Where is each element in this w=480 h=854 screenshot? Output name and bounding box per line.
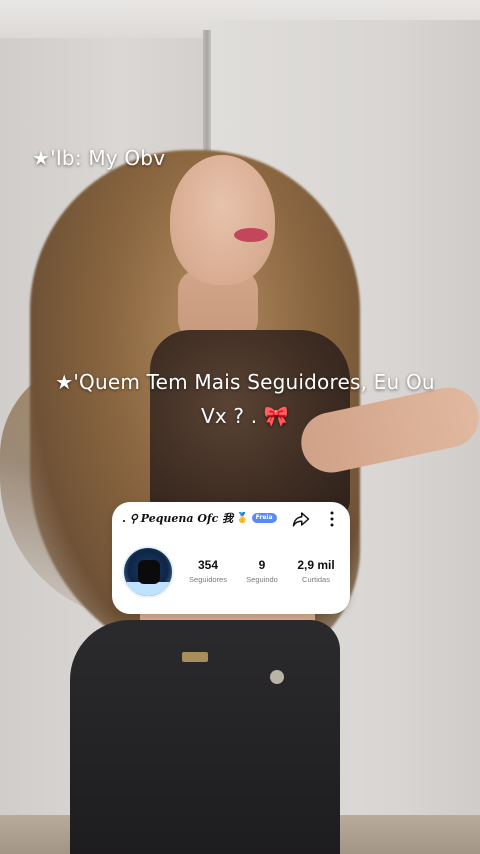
stat-label: Curtidas (302, 575, 330, 584)
caption-main-line1: ★'Quem Tem Mais Seguidores, Eu Ou (55, 370, 435, 394)
avatar[interactable] (122, 546, 174, 598)
medal-icon: 🥇 (236, 512, 249, 524)
lips (234, 228, 268, 242)
stat-value: 2,9 mil (297, 558, 335, 572)
avatar-background (124, 582, 172, 596)
jeans-button (270, 670, 284, 684)
caption-main-line2: Vx ? . 🎀 (200, 404, 290, 428)
face (170, 155, 275, 285)
stat-following[interactable]: 9 Seguindo (236, 558, 288, 584)
stat-followers[interactable]: 354 Seguidores (182, 558, 234, 584)
name-prefix: . ⚲ (122, 511, 138, 525)
profile-badge: Freia (251, 513, 277, 523)
more-vertical-icon[interactable] (328, 510, 336, 528)
stat-value: 9 (258, 558, 266, 572)
profile-header: . ⚲ Pequena Ofc 我 🥇 Freia (122, 510, 277, 526)
profile-name[interactable]: Pequena Ofc 我 (141, 510, 233, 526)
profile-stats: 354 Seguidores 9 Seguindo 2,9 mil Curtid… (182, 558, 342, 584)
avatar-figure (138, 560, 160, 584)
caption-main: ★'Quem Tem Mais Seguidores, Eu Ou Vx ? .… (20, 365, 470, 433)
stat-likes[interactable]: 2,9 mil Curtidas (290, 558, 342, 584)
share-icon[interactable] (292, 510, 310, 528)
caption-top: ★'Ib: My Obv (32, 146, 166, 170)
stat-label: Seguidores (189, 575, 227, 584)
stat-label: Seguindo (246, 575, 278, 584)
belt-buckle (182, 652, 208, 662)
profile-card[interactable]: . ⚲ Pequena Ofc 我 🥇 Freia 354 Seguidores… (112, 502, 350, 614)
stat-value: 354 (197, 558, 219, 572)
